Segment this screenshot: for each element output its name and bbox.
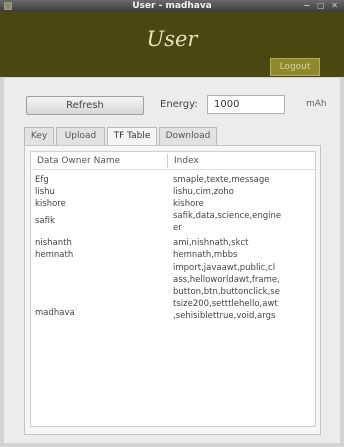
tab-upload[interactable]: Upload <box>56 127 105 145</box>
logout-button[interactable]: Logout <box>270 58 320 76</box>
energy-unit: mAh <box>306 99 327 109</box>
table-cell-index[interactable]: safik,data,science,engine er <box>173 210 315 234</box>
column-header-owner[interactable]: Data Owner Name <box>37 156 120 166</box>
table-cell-owner[interactable]: Efg <box>35 174 49 186</box>
table-cell-index[interactable]: import,javaawt,public,cl ass,helloworlda… <box>173 262 315 322</box>
app-header: User Logout <box>0 12 344 77</box>
table-cell-index[interactable]: hemnath,mbbs <box>173 249 315 261</box>
tf-table[interactable]: Data Owner Name Index Efg smaple,texte,m… <box>30 151 316 427</box>
table-cell-owner[interactable]: nishanth <box>35 237 72 249</box>
column-header-index[interactable]: Index <box>174 156 199 166</box>
table-cell-index[interactable]: lishu,cim,zoho <box>173 186 315 198</box>
table-cell-owner[interactable]: kishore <box>35 198 66 210</box>
window-app-icon <box>4 2 12 10</box>
table-cell-index[interactable]: ami,nishnath,skct <box>173 237 315 249</box>
energy-label: Energy: <box>160 99 198 110</box>
energy-field[interactable]: 1000 <box>207 95 285 114</box>
column-divider[interactable] <box>167 154 168 168</box>
table-cell-index[interactable]: kishore <box>173 198 315 210</box>
app-logo: User <box>146 27 198 51</box>
table-cell-owner[interactable]: safik <box>35 215 55 227</box>
tab-tf-table[interactable]: TF Table <box>107 127 157 146</box>
tab-key[interactable]: Key <box>24 127 54 145</box>
table-cell-owner[interactable]: madhava <box>35 307 75 319</box>
header-divider <box>31 169 315 170</box>
table-cell-owner[interactable]: hemnath <box>35 249 73 261</box>
window-title: User - madhava <box>132 1 212 11</box>
window-controls[interactable]: − □ ✕ <box>303 0 340 12</box>
tab-download[interactable]: Download <box>159 127 217 145</box>
table-cell-index[interactable]: smaple,texte,message <box>173 174 315 186</box>
title-bar: User - madhava − □ ✕ <box>0 0 344 12</box>
refresh-button[interactable]: Refresh <box>26 96 144 115</box>
table-cell-owner[interactable]: lishu <box>35 186 55 198</box>
